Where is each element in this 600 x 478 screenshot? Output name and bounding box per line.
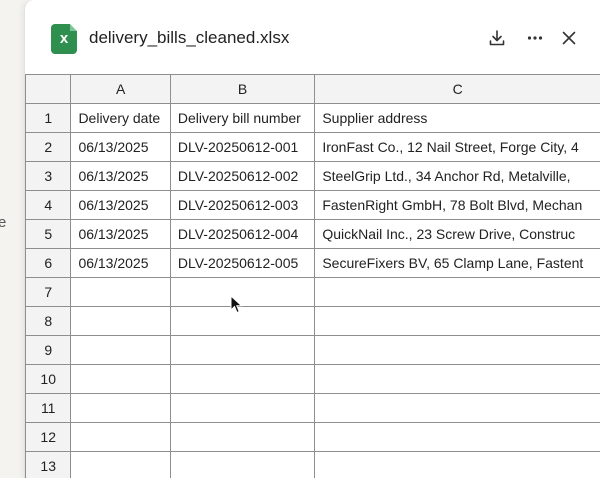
cell-a7[interactable] — [70, 277, 171, 307]
row-header[interactable]: 12 — [25, 422, 72, 452]
cell-a12[interactable] — [70, 422, 171, 452]
close-icon — [562, 31, 576, 45]
more-horizontal-icon — [527, 36, 543, 40]
cell-c10[interactable] — [314, 364, 600, 394]
cell-c5[interactable]: QuickNail Inc., 23 Screw Drive, Construc — [314, 219, 600, 249]
table-row: 12 — [25, 422, 600, 452]
cell-b13[interactable] — [169, 451, 316, 478]
row-header[interactable]: 7 — [25, 277, 72, 307]
cell-a13[interactable] — [70, 451, 171, 478]
column-header-b[interactable]: B — [169, 74, 316, 104]
cell-c8[interactable] — [314, 306, 600, 336]
cell-b12[interactable] — [169, 422, 316, 452]
cell-c12[interactable] — [314, 422, 600, 452]
table-row: 9 — [25, 335, 600, 365]
select-all-corner[interactable] — [25, 74, 72, 104]
table-row: 3 06/13/2025 DLV-20250612-002 SteelGrip Ltd… — [25, 161, 600, 191]
row-header[interactable]: 3 — [25, 161, 72, 191]
table-row: 6 06/13/2025 DLV-20250612-005 SecureFixers … — [25, 248, 600, 278]
more-options-button[interactable] — [523, 26, 547, 50]
row-header[interactable]: 4 — [25, 190, 72, 220]
cell-a10[interactable] — [70, 364, 171, 394]
download-icon — [489, 30, 505, 46]
row-header[interactable]: 5 — [25, 219, 72, 249]
cell-b5[interactable]: DLV-20250612-004 — [169, 219, 316, 249]
preview-header: x delivery_bills_cleaned.xlsx — [25, 0, 600, 74]
row-header[interactable]: 13 — [25, 451, 72, 478]
cell-b4[interactable]: DLV-20250612-003 — [169, 190, 316, 220]
cell-b11[interactable] — [169, 393, 316, 423]
background-text-fragment: e — [0, 214, 7, 231]
column-header-c[interactable]: C — [314, 74, 600, 104]
row-header[interactable]: 10 — [25, 364, 72, 394]
cell-c6[interactable]: SecureFixers BV, 65 Clamp Lane, Fastent — [314, 248, 600, 278]
row-header[interactable]: 2 — [25, 132, 72, 162]
table-row: 4 06/13/2025 DLV-20250612-003 FastenRight G… — [25, 190, 600, 220]
cell-b1[interactable]: Delivery bill number — [169, 103, 316, 133]
row-header[interactable]: 11 — [25, 393, 72, 423]
table-row: 13 — [25, 451, 600, 478]
excel-file-icon: x — [51, 24, 77, 54]
cell-c13[interactable] — [314, 451, 600, 478]
row-header[interactable]: 1 — [25, 103, 72, 133]
cell-b6[interactable]: DLV-20250612-005 — [169, 248, 316, 278]
cell-c7[interactable] — [314, 277, 600, 307]
grid-body: 1 Delivery date Delivery bill number Suppli… — [25, 103, 600, 478]
column-header-a[interactable]: A — [70, 74, 171, 104]
table-row: 10 — [25, 364, 600, 394]
mouse-pointer-icon — [230, 295, 243, 314]
spreadsheet-grid: A B C 1 Delivery date Delivery bill number… — [25, 74, 600, 478]
cell-c9[interactable] — [314, 335, 600, 365]
cell-a8[interactable] — [70, 306, 171, 336]
cell-c4[interactable]: FastenRight GmbH, 78 Bolt Blvd, Mechan — [314, 190, 600, 220]
table-row: 1 Delivery date Delivery bill number Suppli… — [25, 103, 600, 133]
table-row: 8 — [25, 306, 600, 336]
table-row: 7 — [25, 277, 600, 307]
cell-b3[interactable]: DLV-20250612-002 — [169, 161, 316, 191]
table-row: 2 06/13/2025 DLV-20250612-001 IronFast Co.,… — [25, 132, 600, 162]
cell-a2[interactable]: 06/13/2025 — [70, 132, 171, 162]
cell-c1[interactable]: Supplier address — [314, 103, 600, 133]
cell-b10[interactable] — [169, 364, 316, 394]
row-header[interactable]: 8 — [25, 306, 72, 336]
cell-a11[interactable] — [70, 393, 171, 423]
row-header[interactable]: 6 — [25, 248, 72, 278]
cell-a3[interactable]: 06/13/2025 — [70, 161, 171, 191]
file-name: delivery_bills_cleaned.xlsx — [89, 28, 290, 47]
cell-a4[interactable]: 06/13/2025 — [70, 190, 171, 220]
table-row: 11 — [25, 393, 600, 423]
cell-c3[interactable]: SteelGrip Ltd., 34 Anchor Rd, Metalville… — [314, 161, 600, 191]
cell-b9[interactable] — [169, 335, 316, 365]
cell-a6[interactable]: 06/13/2025 — [70, 248, 171, 278]
row-header[interactable]: 9 — [25, 335, 72, 365]
column-header-row: A B C — [25, 74, 600, 104]
cell-a5[interactable]: 06/13/2025 — [70, 219, 171, 249]
cell-a1[interactable]: Delivery date — [70, 103, 171, 133]
table-row: 5 06/13/2025 DLV-20250612-004 QuickNail Inc… — [25, 219, 600, 249]
close-button[interactable] — [557, 26, 581, 50]
file-preview-panel: x delivery_bills_cleaned.xlsx A B C 1 De… — [24, 0, 600, 478]
cell-c2[interactable]: IronFast Co., 12 Nail Street, Forge City… — [314, 132, 600, 162]
cell-c11[interactable] — [314, 393, 600, 423]
cell-a9[interactable] — [70, 335, 171, 365]
download-button[interactable] — [485, 26, 509, 50]
cell-b2[interactable]: DLV-20250612-001 — [169, 132, 316, 162]
